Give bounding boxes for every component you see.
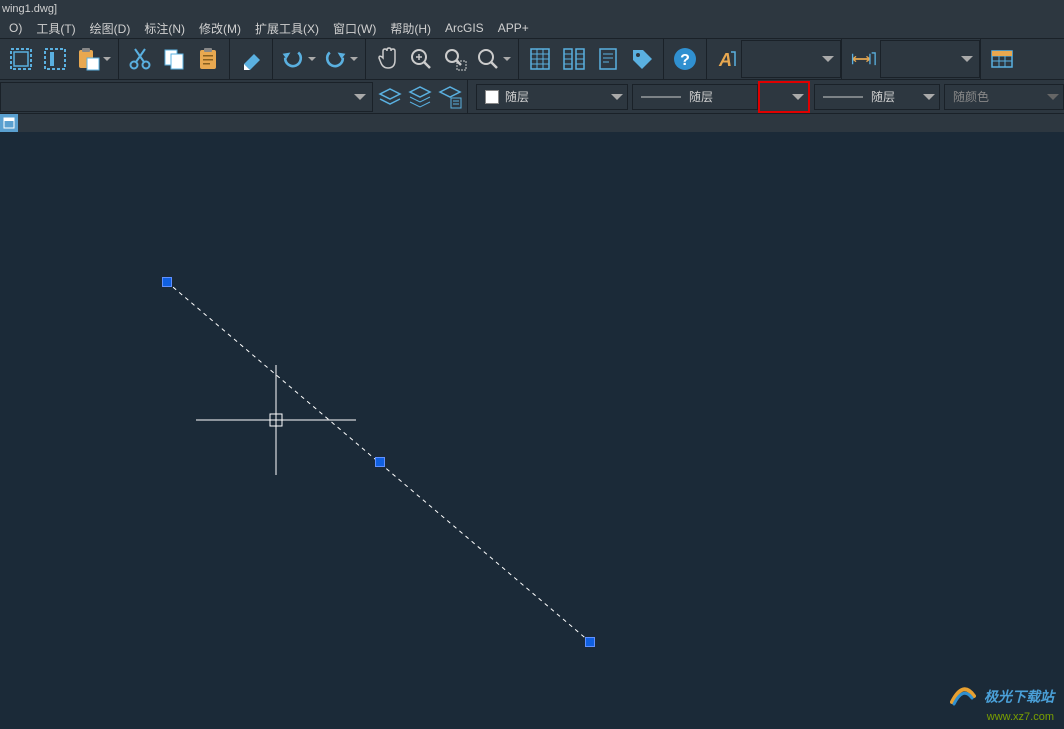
chevron-down-icon (103, 57, 111, 61)
undo-button[interactable] (277, 42, 319, 76)
layer-manager-icon[interactable] (435, 80, 465, 114)
redo-button[interactable] (319, 42, 361, 76)
color-combo[interactable]: 随颜色 (944, 84, 1064, 110)
linetype-value: 随层 (505, 88, 529, 105)
cut-button[interactable] (123, 42, 157, 76)
dimension-style-button[interactable] (846, 42, 880, 76)
chevron-down-icon (822, 56, 834, 62)
select-window-button[interactable] (4, 42, 38, 76)
menu-bar: O) 工具(T) 绘图(D) 标注(N) 修改(M) 扩展工具(X) 窗口(W)… (0, 18, 1064, 38)
linetype-arrow-highlighted[interactable] (758, 81, 810, 113)
zoom-extents-button[interactable] (472, 42, 514, 76)
properties-toolbar: 随层 随层 随层 随颜色 (0, 80, 1064, 114)
table-style-button[interactable] (985, 42, 1019, 76)
text-style-button[interactable]: A (711, 42, 741, 76)
chevron-down-icon (923, 94, 935, 100)
grid-columns-icon[interactable] (557, 42, 591, 76)
document-title: wing1.dwg] (2, 3, 57, 15)
select-crossing-button[interactable] (38, 42, 72, 76)
color-swatch-icon (485, 90, 499, 104)
svg-text:A: A (718, 50, 732, 70)
menu-dimension[interactable]: 标注(N) (137, 20, 192, 37)
grip-start[interactable] (162, 277, 172, 287)
watermark: 极光下载站 www.xz7.com (950, 684, 1054, 723)
text-style-dropdown[interactable] (741, 40, 841, 78)
color-value: 随颜色 (953, 88, 989, 105)
title-bar: wing1.dwg] (0, 0, 1064, 18)
linetype-name-value: 随层 (689, 88, 713, 105)
lineweight-value: 随层 (871, 88, 895, 105)
layer-dropdown[interactable] (0, 82, 373, 112)
drawing-canvas[interactable]: 极光下载站 www.xz7.com (0, 132, 1064, 729)
tag-icon[interactable] (625, 42, 659, 76)
grid-building-icon[interactable] (523, 42, 557, 76)
linetype-combo[interactable]: 随层 (476, 84, 628, 110)
model-tab[interactable] (0, 114, 18, 132)
menu-o[interactable]: O) (2, 21, 29, 35)
chevron-down-icon (354, 94, 366, 100)
eraser-button[interactable] (234, 42, 268, 76)
menu-help[interactable]: 帮助(H) (383, 20, 438, 37)
menu-arcgis[interactable]: ArcGIS (438, 21, 491, 35)
dim-style-dropdown[interactable] (880, 40, 980, 78)
zoom-in-button[interactable] (404, 42, 438, 76)
watermark-logo-icon (950, 684, 976, 711)
clipboard-button[interactable] (191, 42, 225, 76)
chevron-down-icon (961, 56, 973, 62)
crosshair-cursor (196, 365, 356, 475)
layer-stack1-icon[interactable] (375, 80, 405, 114)
copy-button[interactable] (157, 42, 191, 76)
grip-end[interactable] (585, 637, 595, 647)
grip-mid[interactable] (375, 457, 385, 467)
main-toolbar: ? A (0, 38, 1064, 80)
menu-modify[interactable]: 修改(M) (192, 20, 248, 37)
lineweight-combo[interactable]: 随层 (814, 84, 940, 110)
svg-text:?: ? (680, 52, 690, 69)
tab-bar (0, 114, 1064, 132)
watermark-name: 极光下载站 (984, 689, 1054, 705)
chevron-down-icon (350, 57, 358, 61)
layer-stack2-icon[interactable] (405, 80, 435, 114)
chevron-down-icon (792, 94, 804, 100)
menu-draw[interactable]: 绘图(D) (83, 20, 138, 37)
pan-button[interactable] (370, 42, 404, 76)
chevron-down-icon (1047, 94, 1059, 100)
help-button[interactable]: ? (668, 42, 702, 76)
paste-button[interactable] (72, 42, 114, 76)
watermark-url: www.xz7.com (950, 711, 1054, 723)
linetype-name-combo[interactable]: 随层 (632, 84, 758, 110)
menu-extensions[interactable]: 扩展工具(X) (248, 20, 326, 37)
zoom-window-button[interactable] (438, 42, 472, 76)
chevron-down-icon (611, 94, 623, 100)
menu-appplus[interactable]: APP+ (491, 21, 536, 35)
menu-window[interactable]: 窗口(W) (326, 20, 383, 37)
document-icon[interactable] (591, 42, 625, 76)
menu-tools[interactable]: 工具(T) (29, 20, 82, 37)
chevron-down-icon (308, 57, 316, 61)
chevron-down-icon (503, 57, 511, 61)
